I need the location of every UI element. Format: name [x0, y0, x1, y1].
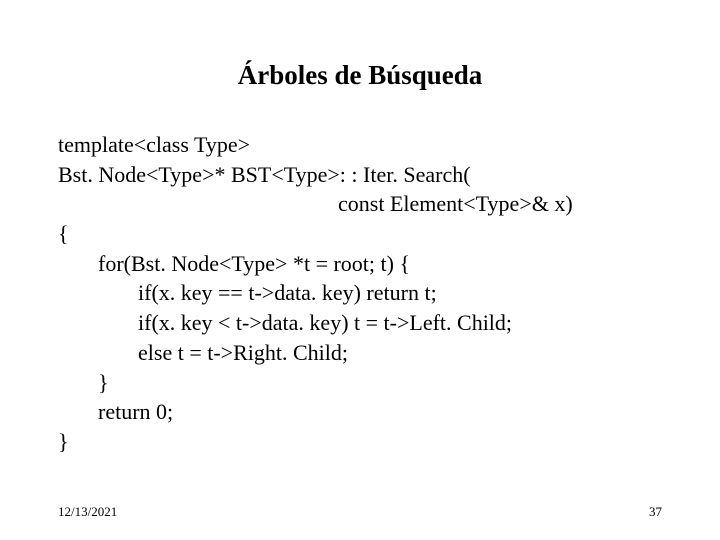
code-line: if(x. key == t->data. key) return t;: [58, 278, 662, 308]
code-line: {: [58, 219, 662, 249]
code-line: return 0;: [58, 397, 662, 427]
code-line: const Element<Type>& x): [58, 189, 662, 219]
slide-title: Árboles de Búsqueda: [0, 60, 720, 91]
code-line: Bst. Node<Type>* BST<Type>: : Iter. Sear…: [58, 160, 662, 190]
code-line: if(x. key < t->data. key) t = t->Left. C…: [58, 308, 662, 338]
code-line: }: [58, 427, 662, 457]
code-line: }: [58, 368, 662, 398]
code-line: for(Bst. Node<Type> *t = root; t) {: [58, 249, 662, 279]
footer-page-number: 37: [649, 504, 662, 520]
code-block: template<class Type> Bst. Node<Type>* BS…: [58, 130, 662, 457]
slide: Árboles de Búsqueda template<class Type>…: [0, 0, 720, 540]
code-line: else t = t->Right. Child;: [58, 338, 662, 368]
footer-date: 12/13/2021: [58, 504, 117, 520]
code-line: template<class Type>: [58, 130, 662, 160]
